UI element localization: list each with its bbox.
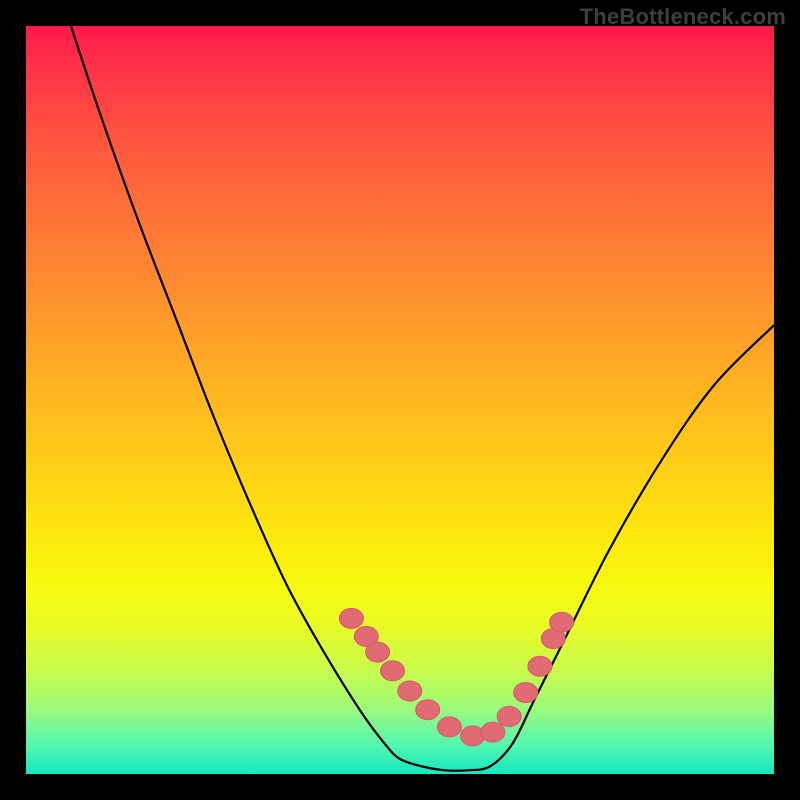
- highlighted-point: [514, 683, 538, 703]
- highlighted-point: [398, 681, 422, 701]
- highlighted-point: [339, 608, 363, 628]
- highlighted-point: [366, 642, 390, 662]
- highlighted-point: [416, 700, 440, 720]
- highlighted-points-group: [339, 608, 573, 746]
- highlighted-point: [497, 706, 521, 726]
- highlighted-point: [481, 722, 505, 742]
- highlighted-point: [381, 661, 405, 681]
- highlighted-point: [437, 717, 461, 737]
- bottleneck-curve: [71, 26, 774, 771]
- highlighted-point: [528, 656, 552, 676]
- highlighted-point: [550, 612, 574, 632]
- chart-svg-layer: [0, 0, 800, 800]
